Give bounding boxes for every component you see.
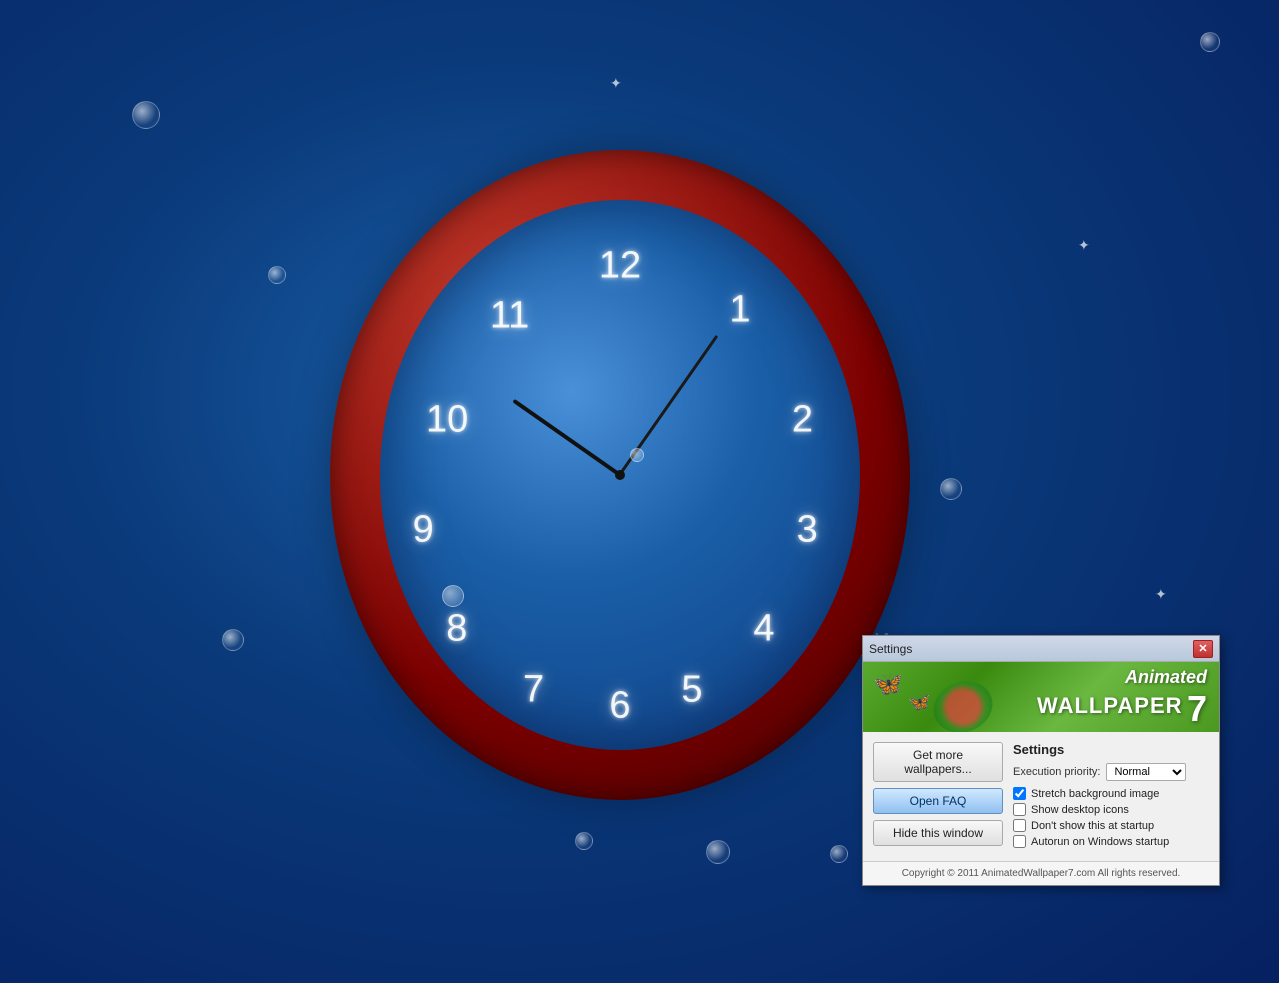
- bubble: [706, 840, 730, 864]
- dont-show-label: Don't show this at startup: [1031, 820, 1154, 832]
- logo-text: Animated WALLPAPER 7: [1037, 667, 1207, 730]
- bubble: [940, 478, 962, 500]
- bubble: [222, 629, 244, 651]
- bubble: [1200, 32, 1220, 52]
- autorun-row: Autorun on Windows startup: [1013, 835, 1209, 848]
- settings-window: Settings ✕ 🦋 🦋 Animated WALLPAPER 7 Get …: [862, 635, 1220, 886]
- clock: 12 1 2 3 4 5 6 7 8 9 10 11: [330, 150, 910, 800]
- window-title: Settings: [869, 642, 912, 656]
- priority-row: Execution priority: Normal High Low: [1013, 763, 1209, 781]
- settings-options: Settings Execution priority: Normal High…: [1013, 742, 1209, 851]
- priority-select[interactable]: Normal High Low: [1106, 763, 1186, 781]
- bubble: [132, 101, 160, 129]
- watermelon-decoration: [926, 673, 999, 732]
- title-bar: Settings ✕: [863, 636, 1219, 662]
- dont-show-row: Don't show this at startup: [1013, 819, 1209, 832]
- sparkle: ✦: [1078, 237, 1090, 254]
- stretch-bg-label: Stretch background image: [1031, 788, 1159, 800]
- show-icons-checkbox[interactable]: [1013, 803, 1026, 816]
- sparkle: ✦: [1155, 586, 1167, 603]
- bubble: [575, 832, 593, 850]
- bubble: [830, 845, 848, 863]
- autorun-checkbox[interactable]: [1013, 835, 1026, 848]
- settings-banner: 🦋 🦋 Animated WALLPAPER 7: [863, 662, 1219, 732]
- butterfly-icon: 🦋: [873, 670, 903, 699]
- clock-center: [615, 470, 625, 480]
- settings-body: Get more wallpapers... Open FAQ Hide thi…: [863, 732, 1219, 861]
- logo-wallpaper: WALLPAPER: [1037, 693, 1182, 718]
- settings-footer: Copyright © 2011 AnimatedWallpaper7.com …: [863, 861, 1219, 885]
- hour-hand: [512, 399, 621, 477]
- open-faq-button[interactable]: Open FAQ: [873, 788, 1003, 814]
- autorun-label: Autorun on Windows startup: [1031, 836, 1169, 848]
- settings-buttons: Get more wallpapers... Open FAQ Hide thi…: [873, 742, 1003, 851]
- stretch-bg-row: Stretch background image: [1013, 787, 1209, 800]
- close-button[interactable]: ✕: [1193, 640, 1213, 658]
- sparkle: ✦: [610, 75, 622, 92]
- butterfly-icon-2: 🦋: [908, 692, 930, 713]
- logo-container: Animated WALLPAPER 7: [1037, 667, 1207, 730]
- logo-version: 7: [1187, 688, 1207, 729]
- settings-section-title: Settings: [1013, 742, 1209, 757]
- stretch-bg-checkbox[interactable]: [1013, 787, 1026, 800]
- clock-bubble-small: [630, 448, 644, 462]
- priority-label: Execution priority:: [1013, 766, 1100, 778]
- get-wallpapers-button[interactable]: Get more wallpapers...: [873, 742, 1003, 782]
- footer-text: Copyright © 2011 AnimatedWallpaper7.com …: [902, 868, 1181, 879]
- logo-animated: Animated: [1125, 667, 1207, 687]
- show-icons-row: Show desktop icons: [1013, 803, 1209, 816]
- bubble: [268, 266, 286, 284]
- clock-face: 12 1 2 3 4 5 6 7 8 9 10 11: [380, 200, 860, 750]
- dont-show-checkbox[interactable]: [1013, 819, 1026, 832]
- hide-window-button[interactable]: Hide this window: [873, 820, 1003, 846]
- show-icons-label: Show desktop icons: [1031, 804, 1129, 816]
